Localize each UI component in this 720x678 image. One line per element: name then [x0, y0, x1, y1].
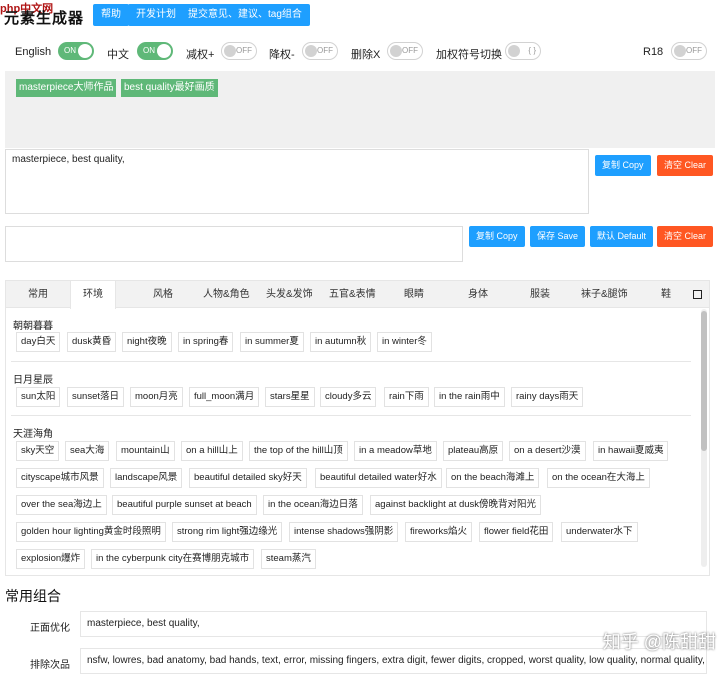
tag-chip[interactable]: in summer夏 — [240, 332, 304, 352]
toggle-english[interactable]: ON — [58, 42, 94, 60]
toggle-label-english: English — [15, 46, 52, 58]
tag-chip[interactable]: golden hour lighting黄金时段照明 — [16, 522, 166, 542]
toggle-label-increase: 减权+ — [186, 49, 215, 61]
tab-face[interactable]: 五官&表情 — [329, 281, 376, 308]
tag-chip[interactable]: the top of the hill山顶 — [249, 441, 348, 461]
tag-chip[interactable]: on the ocean在大海上 — [547, 468, 650, 488]
tag-chip[interactable]: sky天空 — [16, 441, 60, 461]
copy-button[interactable]: 复制 Copy — [595, 155, 651, 176]
negative-textarea[interactable] — [5, 226, 463, 262]
tag-chip[interactable]: flower field花田 — [479, 522, 554, 542]
tab-eyes[interactable]: 眼睛 — [404, 281, 424, 308]
selected-tag[interactable]: masterpiece大师作品 — [16, 79, 117, 97]
tag-chip[interactable]: dusk黄昏 — [67, 332, 117, 352]
tag-chip[interactable]: fireworks焰火 — [405, 522, 473, 542]
combos-title: 常用组合 — [5, 588, 61, 604]
logo-title: 元素生成器 — [4, 10, 85, 27]
selected-tag[interactable]: best quality最好画质 — [121, 79, 218, 97]
prompt-textarea[interactable]: masterpiece, best quality, — [5, 149, 589, 214]
save-button[interactable]: 保存 Save — [530, 226, 586, 247]
tab-socks[interactable]: 袜子&腿饰 — [581, 281, 628, 308]
tag-chip[interactable]: on a hill山上 — [181, 441, 243, 461]
toggle-increase[interactable]: OFF — [221, 42, 257, 60]
scrollbar[interactable] — [701, 309, 707, 567]
toggle-label-decrease: 降权- — [269, 49, 295, 61]
copy-button-2[interactable]: 复制 Copy — [469, 226, 525, 247]
tag-chip[interactable]: explosion爆炸 — [16, 549, 86, 569]
tag-chip[interactable]: rainy days雨天 — [511, 387, 584, 407]
tag-chip[interactable]: moon月亮 — [130, 387, 183, 407]
tag-chip[interactable]: sun太阳 — [16, 387, 61, 407]
tab-environment[interactable]: 环境 — [70, 281, 116, 309]
tag-chip[interactable]: in spring春 — [178, 332, 234, 352]
tab-character[interactable]: 人物&角色 — [203, 281, 250, 308]
toggle-r18[interactable]: OFF — [671, 42, 707, 60]
tag-chip[interactable]: on a desert沙漠 — [509, 441, 586, 461]
toggle-decrease[interactable]: OFF — [302, 42, 338, 60]
tab-bar: 常用 环境 风格 人物&角色 头发&发饰 五官&表情 眼睛 身体 服装 袜子&腿… — [6, 281, 709, 309]
tag-chip[interactable]: rain下雨 — [384, 387, 429, 407]
tag-chip[interactable]: mountain山 — [116, 441, 175, 461]
tag-chip[interactable]: beautiful detailed sky好天 — [189, 468, 307, 488]
combo-label-positive: 正面优化 — [30, 623, 70, 634]
tag-chip[interactable]: steam蒸汽 — [261, 549, 316, 569]
tag-chip[interactable]: in the rain雨中 — [434, 387, 505, 407]
tag-chip[interactable]: sea大海 — [65, 441, 110, 461]
default-button[interactable]: 默认 Default — [590, 226, 654, 247]
tag-chip[interactable]: over the sea海边上 — [16, 495, 107, 515]
tag-chip[interactable]: beautiful purple sunset at beach — [112, 495, 257, 515]
selected-tags-area: masterpiece大师作品 best quality最好画质 — [5, 71, 715, 148]
combo-label-negative: 排除次品 — [30, 660, 70, 671]
tab-body[interactable]: 身体 — [468, 281, 488, 308]
toggles-row: English ON 中文 ON 减权+ OFF 降权- OFF 删除X OFF… — [0, 38, 720, 64]
dev-plan-button[interactable]: 开发计划 — [128, 4, 184, 26]
tag-chip[interactable]: against backlight at dusk傍晚背对阳光 — [370, 495, 542, 515]
tab-common[interactable]: 常用 — [28, 281, 48, 308]
tag-chip[interactable]: full_moon满月 — [189, 387, 260, 407]
tag-chip[interactable]: in a meadow草地 — [354, 441, 437, 461]
clear-button[interactable]: 清空 Clear — [657, 155, 714, 176]
tag-chip[interactable]: beautiful detailed water好水 — [315, 468, 442, 488]
section-title: 天涯海角 — [13, 429, 53, 440]
tag-chip[interactable]: day白天 — [16, 332, 61, 352]
section-title: 朝朝暮暮 — [13, 321, 53, 332]
tab-shoes[interactable]: 鞋 — [661, 281, 671, 308]
tag-panel: 常用 环境 风格 人物&角色 头发&发饰 五官&表情 眼睛 身体 服装 袜子&腿… — [5, 280, 710, 576]
tab-clothes[interactable]: 服装 — [530, 281, 550, 308]
tab-hair[interactable]: 头发&发饰 — [266, 281, 313, 308]
toggle-label-bracket: 加权符号切换 — [436, 49, 502, 61]
tag-chip[interactable]: in hawaii夏威夷 — [593, 441, 669, 461]
tag-chip[interactable]: landscape风景 — [110, 468, 183, 488]
tag-chip[interactable]: stars星星 — [265, 387, 315, 407]
tab-style[interactable]: 风格 — [153, 281, 173, 308]
clear-button-2[interactable]: 清空 Clear — [657, 226, 714, 247]
toggle-delete[interactable]: OFF — [387, 42, 423, 60]
help-button[interactable]: 帮助 — [93, 4, 129, 26]
divider — [11, 361, 691, 362]
tag-chip[interactable]: sunset落日 — [67, 387, 124, 407]
tag-chip[interactable]: in the cyberpunk city在赛博朋克城市 — [91, 549, 255, 569]
divider — [11, 415, 691, 416]
toggle-label-delete: 删除X — [351, 49, 381, 61]
tag-chip[interactable]: night夜晚 — [122, 332, 172, 352]
tag-chip[interactable]: plateau高原 — [443, 441, 504, 461]
tag-chip[interactable]: underwater水下 — [561, 522, 638, 542]
expand-icon[interactable] — [693, 290, 702, 299]
tag-chip[interactable]: intense shadows强阴影 — [289, 522, 399, 542]
section-title: 日月星辰 — [13, 375, 53, 386]
tag-chip[interactable]: on the beach海滩上 — [446, 468, 540, 488]
tag-chip[interactable]: in autumn秋 — [310, 332, 372, 352]
toggle-chinese[interactable]: ON — [137, 42, 173, 60]
toggle-label-chinese: 中文 — [107, 49, 129, 61]
toggle-label-r18: R18 — [643, 46, 664, 58]
tag-chip[interactable]: in the ocean海边日落 — [263, 495, 363, 515]
tag-chip[interactable]: cityscape城市风景 — [16, 468, 104, 488]
header: php中文网 元素生成器 帮助 开发计划 提交意见、建议、tag组合 — [0, 0, 720, 30]
tag-chip[interactable]: cloudy多云 — [320, 387, 377, 407]
tag-chip[interactable]: strong rim light强边缘光 — [172, 522, 283, 542]
watermark: 知乎 @陈甜甜 — [602, 632, 716, 652]
feedback-button[interactable]: 提交意见、建议、tag组合 — [180, 4, 310, 26]
toggle-bracket[interactable]: { } — [505, 42, 541, 60]
tag-chip[interactable]: in winter冬 — [377, 332, 432, 352]
